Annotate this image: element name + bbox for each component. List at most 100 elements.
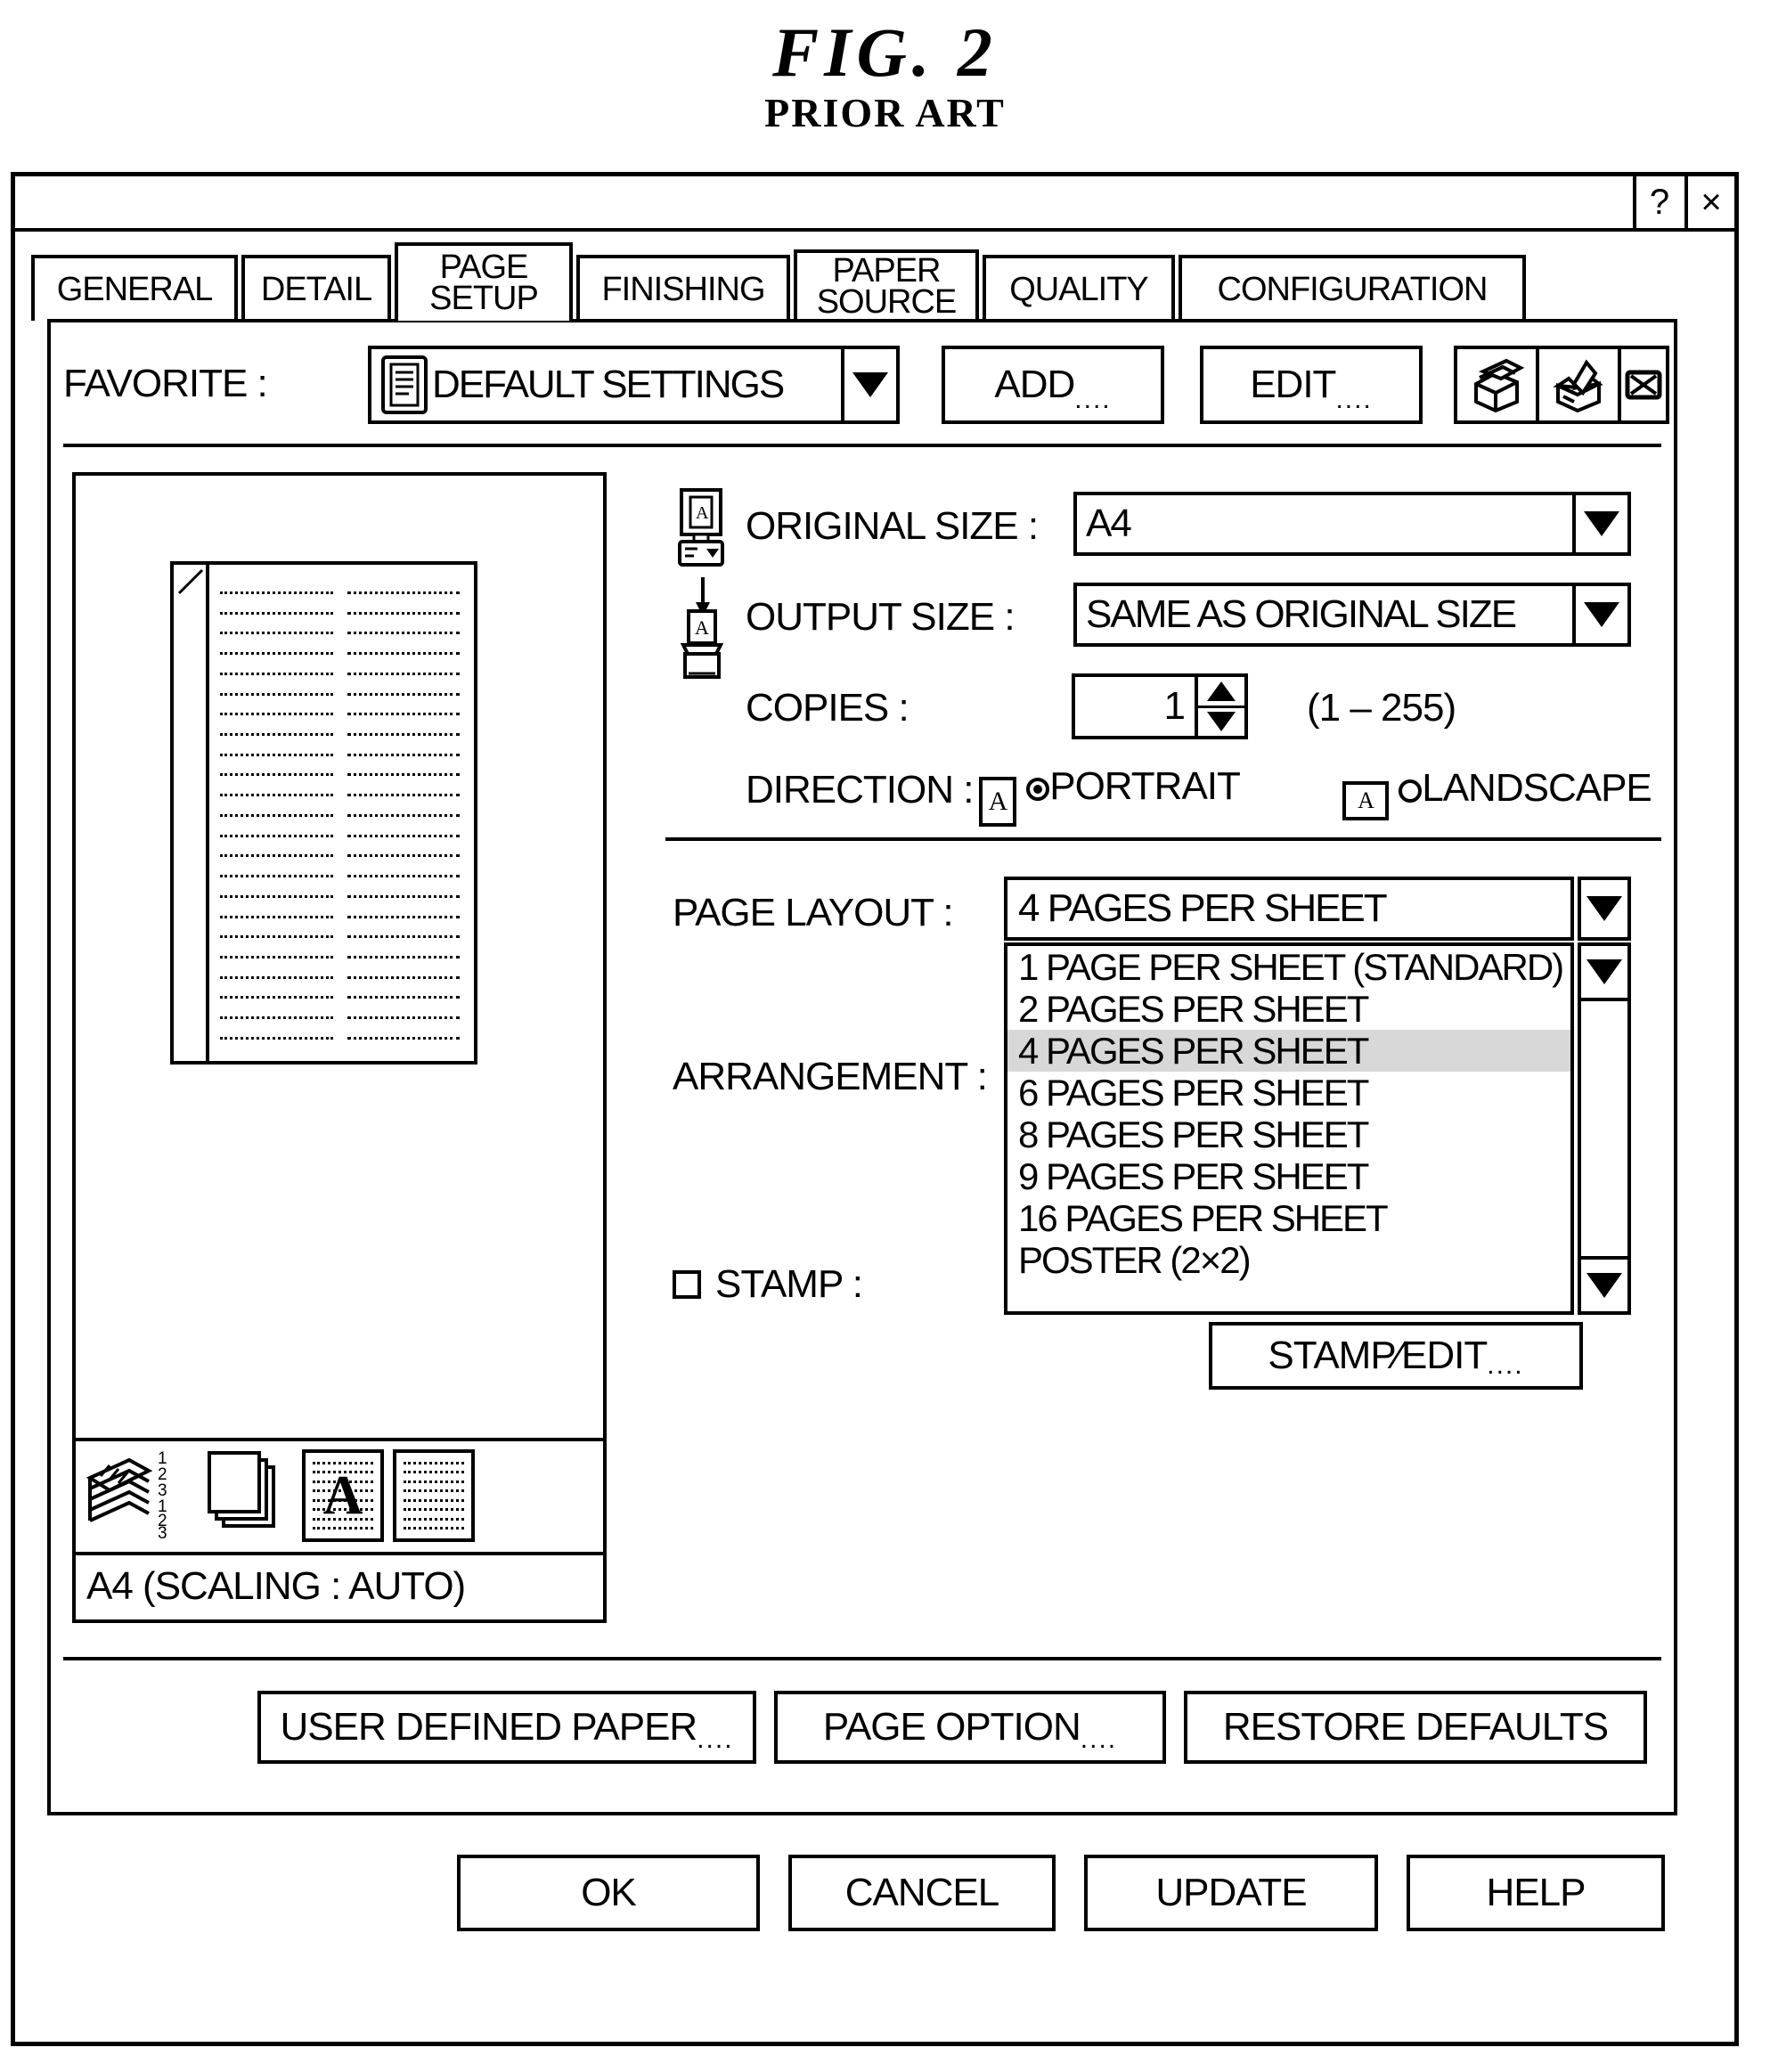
- sorted-stack-icon[interactable]: 1 2 3 1 2 3: [83, 1448, 199, 1545]
- direction-label: DIRECTION :: [746, 768, 974, 812]
- favorite-value: DEFAULT SETTINGS: [432, 363, 785, 406]
- chevron-down-icon[interactable]: [1572, 586, 1627, 643]
- tab-detail[interactable]: DETAIL: [241, 255, 391, 321]
- button-label: STAMP∕EDIT: [1268, 1334, 1488, 1377]
- box-save-icon[interactable]: [1454, 346, 1539, 424]
- landscape-label: LANDSCAPE: [1422, 766, 1652, 810]
- portrait-page-icon: A: [979, 777, 1016, 827]
- tab-label: DETAIL: [260, 270, 372, 308]
- stepper-buttons[interactable]: [1195, 677, 1244, 736]
- close-icon[interactable]: ×: [1684, 176, 1734, 228]
- ellipsis: ....: [1074, 385, 1112, 414]
- preview-icon-row: 1 2 3 1 2 3 A: [72, 1440, 607, 1555]
- tab-label-line2: SETUP: [429, 280, 539, 317]
- landscape-page-icon: A: [1342, 781, 1389, 820]
- list-item[interactable]: 2 PAGES PER SHEET: [1007, 988, 1570, 1030]
- list-item[interactable]: 16 PAGES PER SHEET: [1007, 1197, 1570, 1239]
- tab-label: CONFIGURATION: [1217, 270, 1489, 308]
- stepper-up-icon[interactable]: [1198, 677, 1244, 708]
- dotted-page-icon[interactable]: [393, 1449, 475, 1542]
- help-button[interactable]: HELP: [1407, 1855, 1665, 1931]
- tab-bar: GENERAL DETAIL PAGE SETUP FINISHING PAPE…: [31, 242, 1626, 321]
- divider-bottom: [63, 1657, 1661, 1660]
- chevron-down-icon[interactable]: [1572, 495, 1627, 552]
- favorite-label: FAVORITE :: [63, 362, 268, 405]
- preview-binding-edge: [174, 565, 209, 1061]
- page-layout-option-list[interactable]: 1 PAGE PER SHEET (STANDARD) 2 PAGES PER …: [1004, 942, 1574, 1315]
- list-item[interactable]: 9 PAGES PER SHEET: [1007, 1155, 1570, 1197]
- preview-column-right: [347, 591, 460, 1040]
- list-item[interactable]: 1 PAGE PER SHEET (STANDARD): [1007, 946, 1570, 988]
- favorite-edit-button[interactable]: EDIT ....: [1200, 346, 1423, 424]
- original-size-value: A4: [1086, 502, 1132, 545]
- page-with-a-icon[interactable]: A: [302, 1449, 384, 1542]
- output-size-combobox[interactable]: SAME AS ORIGINAL SIZE: [1073, 583, 1631, 647]
- help-icon[interactable]: ?: [1633, 176, 1683, 228]
- preview-corner-mark: [177, 568, 204, 595]
- cancel-button[interactable]: CANCEL: [788, 1855, 1056, 1931]
- printer-document-icon: A: [674, 609, 730, 685]
- button-label: EDIT: [1250, 363, 1336, 406]
- stamp-checkbox[interactable]: [673, 1270, 701, 1299]
- original-size-combobox[interactable]: A4: [1073, 492, 1631, 556]
- preview-text-columns: [220, 591, 460, 1040]
- update-button[interactable]: UPDATE: [1084, 1855, 1378, 1931]
- tab-general[interactable]: GENERAL: [31, 255, 238, 321]
- ellipsis: ....: [1335, 385, 1373, 414]
- stamp-edit-button[interactable]: STAMP∕EDIT ....: [1209, 1322, 1583, 1390]
- chevron-down-icon[interactable]: [1578, 877, 1631, 941]
- original-size-label: ORIGINAL SIZE :: [746, 504, 1039, 548]
- favorite-row: FAVORITE : DEFAULT SETTINGS ADD .... EDI…: [51, 344, 1674, 426]
- tab-paper-source[interactable]: PAPER SOURCE: [794, 249, 979, 321]
- portrait-radio[interactable]: [1026, 778, 1050, 801]
- button-label: PAGE OPTION: [822, 1705, 1081, 1749]
- svg-text:3: 3: [158, 1524, 167, 1540]
- ellipsis: ....: [1080, 1725, 1118, 1754]
- tab-label-line1: PAGE: [439, 249, 529, 287]
- printer-properties-window: ? × GENERAL DETAIL PAGE SETUP FINISHING …: [11, 172, 1739, 2046]
- copies-stepper[interactable]: 1: [1072, 673, 1248, 739]
- tab-finishing[interactable]: FINISHING: [576, 255, 790, 321]
- stacked-pages-icon[interactable]: [208, 1448, 293, 1545]
- favorite-add-button[interactable]: ADD ....: [942, 346, 1164, 424]
- direction-portrait-option[interactable]: A PORTRAIT: [979, 764, 1241, 827]
- user-defined-paper-button[interactable]: USER DEFINED PAPER ....: [257, 1691, 756, 1764]
- ok-button[interactable]: OK: [457, 1855, 760, 1931]
- stamp-row: STAMP :: [673, 1262, 863, 1307]
- list-item[interactable]: 6 PAGES PER SHEET: [1007, 1072, 1570, 1113]
- page-layout-combobox[interactable]: 4 PAGES PER SHEET: [1004, 877, 1574, 941]
- box-import-icon[interactable]: [1536, 346, 1621, 424]
- scrollbar-thumb[interactable]: [1581, 1001, 1627, 1256]
- portrait-label: PORTRAIT: [1049, 764, 1241, 808]
- landscape-radio[interactable]: [1399, 779, 1423, 803]
- restore-defaults-button[interactable]: RESTORE DEFAULTS: [1184, 1691, 1647, 1764]
- direction-landscape-option[interactable]: A LANDSCAPE: [1342, 766, 1652, 820]
- favorite-combobox[interactable]: DEFAULT SETTINGS: [368, 346, 900, 424]
- list-scrollbar[interactable]: [1578, 942, 1631, 1315]
- page-layout-label: PAGE LAYOUT :: [673, 891, 954, 934]
- svg-text:A: A: [696, 503, 709, 523]
- list-item[interactable]: 8 PAGES PER SHEET: [1007, 1113, 1570, 1155]
- list-item-selected[interactable]: 4 PAGES PER SHEET: [1007, 1030, 1570, 1072]
- figure-subtitle: PRIOR ART: [764, 90, 1006, 135]
- tab-configuration[interactable]: CONFIGURATION: [1179, 255, 1526, 321]
- copies-value: 1: [1163, 684, 1186, 728]
- tab-label: QUALITY: [1009, 270, 1149, 308]
- ellipsis: ....: [1487, 1350, 1524, 1380]
- ellipsis: ....: [697, 1725, 734, 1754]
- tab-quality[interactable]: QUALITY: [983, 255, 1175, 321]
- monitor-document-icon: A: [674, 488, 730, 578]
- scroll-up-icon[interactable]: [1581, 946, 1627, 1001]
- stamp-label: STAMP :: [715, 1262, 863, 1306]
- page-option-button[interactable]: PAGE OPTION ....: [774, 1691, 1166, 1764]
- stepper-down-icon[interactable]: [1198, 708, 1244, 737]
- scroll-down-icon[interactable]: [1581, 1256, 1627, 1311]
- list-item[interactable]: POSTER (2×2): [1007, 1239, 1570, 1281]
- box-delete-icon[interactable]: [1618, 346, 1669, 424]
- arrangement-label: ARRANGEMENT :: [673, 1055, 988, 1098]
- output-size-value: SAME AS ORIGINAL SIZE: [1086, 592, 1517, 636]
- tab-page-setup[interactable]: PAGE SETUP: [395, 242, 573, 321]
- chevron-down-icon[interactable]: [841, 349, 896, 420]
- preview-column-left: [220, 591, 333, 1040]
- divider-top: [63, 444, 1661, 447]
